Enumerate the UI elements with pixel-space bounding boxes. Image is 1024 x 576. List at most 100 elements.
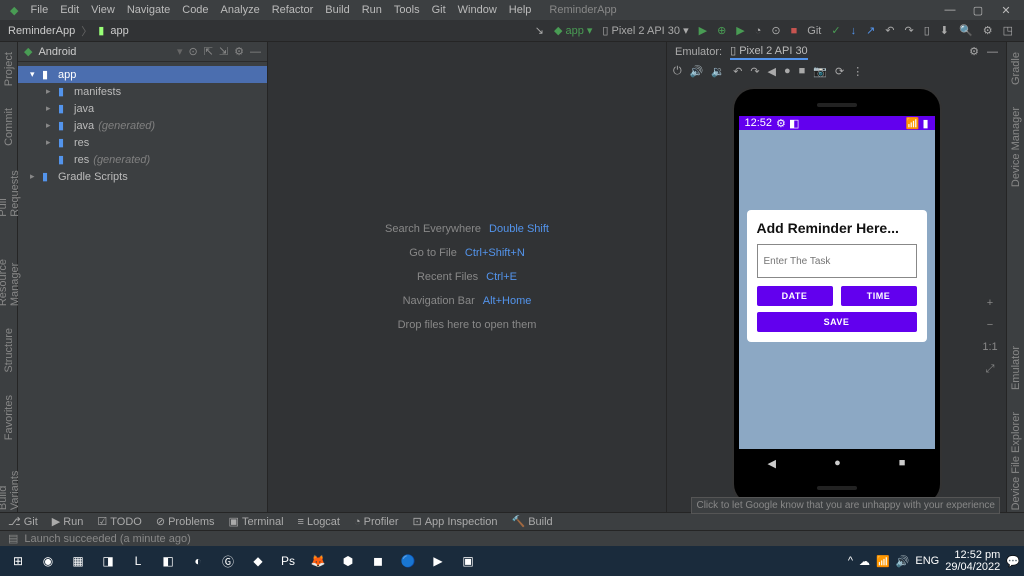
vcs-commit-icon[interactable]: ✓ <box>828 24 843 37</box>
vcs-push-icon[interactable]: ↗ <box>863 24 878 37</box>
overview-icon[interactable]: ■ <box>799 65 806 77</box>
menu-run[interactable]: Run <box>356 4 388 16</box>
tab-resourcemanager[interactable]: Resource Manager <box>0 237 21 308</box>
taskbar-app-9[interactable]: Ps <box>274 548 302 574</box>
emulator-hide-icon[interactable]: — <box>987 46 998 58</box>
taskbar-app-14[interactable]: ▶ <box>424 548 452 574</box>
tree-node[interactable]: ▸▮java <box>18 100 267 117</box>
tab-commit[interactable]: Commit <box>3 106 15 148</box>
zoom-in-icon[interactable]: + <box>987 297 993 309</box>
task-input[interactable] <box>757 244 917 278</box>
taskbar-app-2[interactable]: ▦ <box>64 548 92 574</box>
taskbar-app-5[interactable]: ◧ <box>154 548 182 574</box>
attach-button[interactable]: ⊙ <box>768 24 783 37</box>
menu-file[interactable]: File <box>24 4 54 16</box>
rotate-right-icon[interactable]: ↷ <box>750 65 759 78</box>
back-icon[interactable]: ◀ <box>768 65 776 78</box>
tab-gradle[interactable]: Gradle <box>1010 50 1022 87</box>
menu-tools[interactable]: Tools <box>388 4 426 16</box>
tree-node[interactable]: ▸▮java (generated) <box>18 117 267 134</box>
vcs-history-icon[interactable]: ↶ <box>882 24 897 37</box>
run-config[interactable]: ◆ app ▾ <box>551 24 595 37</box>
search-icon[interactable]: 🔍 <box>956 24 976 37</box>
emulator-device-tab[interactable]: ▯ Pixel 2 API 30 <box>730 44 808 60</box>
rollback-icon[interactable]: ↷ <box>902 24 917 37</box>
zoom-reset-icon[interactable]: ⤢ <box>986 363 995 376</box>
avdmanager-icon[interactable]: ▯ <box>921 24 933 37</box>
debug-button[interactable]: ⊕ <box>714 24 729 37</box>
zoom-fit-icon[interactable]: 1:1 <box>982 341 997 353</box>
taskbar-app-7[interactable]: Ⓖ <box>214 548 242 574</box>
taskbar-app-6[interactable]: ◐ <box>184 548 212 574</box>
menu-help[interactable]: Help <box>503 4 538 16</box>
taskbar-app-0[interactable]: ⊞ <box>4 548 32 574</box>
maximize-button[interactable]: ▢ <box>964 4 992 17</box>
power-icon[interactable]: ⏻ <box>673 65 682 78</box>
nav-back-icon[interactable]: ◀ <box>768 457 776 470</box>
tree-node[interactable]: ▸▮manifests <box>18 83 267 100</box>
time-button[interactable]: TIME <box>841 286 917 306</box>
volup-icon[interactable]: 🔊 <box>690 65 704 78</box>
vcs-update-icon[interactable]: ↓ <box>848 25 860 37</box>
tray-notifications-icon[interactable]: 💬 <box>1006 555 1020 568</box>
tab-deviceexplorer[interactable]: Device File Explorer <box>1010 410 1022 512</box>
menu-toggle-icon[interactable]: ▤ <box>8 532 18 545</box>
menu-build[interactable]: Build <box>319 4 355 16</box>
menu-edit[interactable]: Edit <box>54 4 85 16</box>
expand-icon[interactable]: ▾ <box>30 69 38 80</box>
rotate-left-icon[interactable]: ↶ <box>733 65 742 78</box>
menu-navigate[interactable]: Navigate <box>121 4 176 16</box>
expand-icon[interactable]: ▸ <box>46 137 54 148</box>
tab-project[interactable]: Project <box>3 50 15 88</box>
git-label[interactable]: Git <box>804 25 824 37</box>
tree-node[interactable]: ▸▮Gradle Scripts <box>18 168 267 185</box>
menu-view[interactable]: View <box>85 4 121 16</box>
minimize-button[interactable]: — <box>936 4 964 16</box>
bottom-tool-app-inspection[interactable]: ⊡ App Inspection <box>412 515 497 528</box>
bottom-tool-todo[interactable]: ☑ TODO <box>97 515 141 528</box>
menu-code[interactable]: Code <box>176 4 214 16</box>
settings-icon[interactable]: ⚙ <box>980 24 996 37</box>
notifications-icon[interactable]: ◳ <box>1000 24 1016 37</box>
sdkmanager-icon[interactable]: ⬇ <box>937 24 952 37</box>
tab-buildvariants[interactable]: Build Variants <box>0 460 21 512</box>
taskbar-app-8[interactable]: ◆ <box>244 548 272 574</box>
expand-icon[interactable]: ▸ <box>46 103 54 114</box>
tab-pullrequests[interactable]: Pull Requests <box>0 166 21 219</box>
device-select[interactable]: ▯ Pixel 2 API 30 ▾ <box>599 24 691 37</box>
emulator-gear-icon[interactable]: ⚙ <box>969 45 979 58</box>
menu-window[interactable]: Window <box>452 4 503 16</box>
tab-favorites[interactable]: Favorites <box>3 393 15 442</box>
bottom-tool-run[interactable]: ▶ Run <box>52 515 84 528</box>
taskbar-app-12[interactable]: ◼ <box>364 548 392 574</box>
taskbar-app-15[interactable]: ▣ <box>454 548 482 574</box>
bottom-tool-profiler[interactable]: ◔ Profiler <box>354 516 399 528</box>
taskbar-app-11[interactable]: ⬢ <box>334 548 362 574</box>
save-button[interactable]: SAVE <box>757 312 917 332</box>
tab-emulator[interactable]: Emulator <box>1010 344 1022 392</box>
tree-node[interactable]: ▸▮res <box>18 134 267 151</box>
gear-icon[interactable]: ⚙ <box>234 45 244 58</box>
sync-icon[interactable]: ↘ <box>532 24 547 37</box>
menu-refactor[interactable]: Refactor <box>266 4 320 16</box>
coverage-button[interactable]: ▶ <box>733 24 747 37</box>
voldown-icon[interactable]: 🔉 <box>711 65 725 78</box>
expand-icon[interactable]: ▸ <box>30 171 38 182</box>
breadcrumb-module[interactable]: app <box>110 25 128 37</box>
expand-icon[interactable]: ▸ <box>46 120 54 131</box>
nav-home-icon[interactable]: ● <box>834 457 841 469</box>
target-icon[interactable]: ⊙ <box>188 45 197 58</box>
tab-devicemanager[interactable]: Device Manager <box>1010 105 1022 189</box>
tree-node[interactable]: ▮res (generated) <box>18 151 267 168</box>
tray-wifi-icon[interactable]: 📶 <box>876 555 890 568</box>
bottom-tool-problems[interactable]: ⊘ Problems <box>156 515 215 528</box>
bottom-tool-logcat[interactable]: ≡ Logcat <box>298 516 340 528</box>
close-button[interactable]: ✕ <box>992 4 1020 17</box>
stop-button[interactable]: ■ <box>788 25 801 37</box>
project-view-label[interactable]: Android <box>38 46 170 58</box>
tray-speaker-icon[interactable]: 🔊 <box>896 555 910 568</box>
bottom-tool-terminal[interactable]: ▣ Terminal <box>229 515 284 528</box>
tray-cloud-icon[interactable]: ☁ <box>859 555 870 568</box>
menu-git[interactable]: Git <box>426 4 452 16</box>
more-icon[interactable]: ⋮ <box>852 65 863 78</box>
